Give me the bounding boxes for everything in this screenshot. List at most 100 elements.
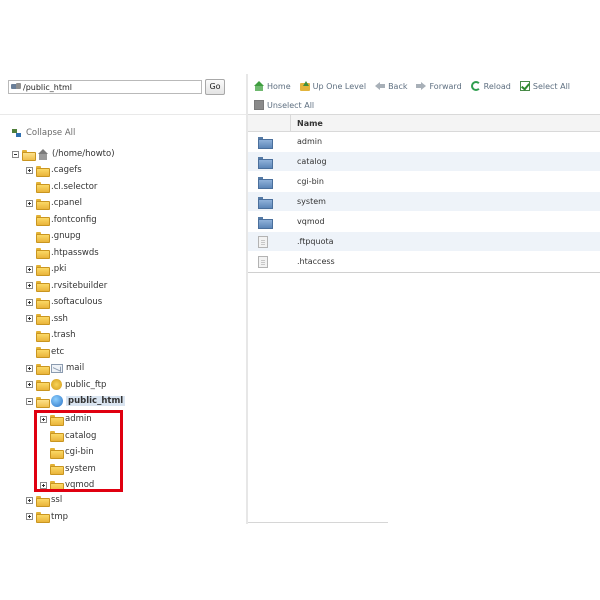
table-row[interactable]: .ftpquota xyxy=(248,232,600,252)
collapse-toggle-icon[interactable] xyxy=(26,397,33,405)
tree-item[interactable]: public_ftp xyxy=(26,377,106,393)
expand-toggle-icon[interactable] xyxy=(26,166,33,174)
directory-tree-panel: /public_html Go Collapse All (/home/howt… xyxy=(0,74,246,524)
up-one-level-label: Up One Level xyxy=(312,81,367,91)
up-one-level-button[interactable]: Up One Level xyxy=(299,81,367,91)
file-name: admin xyxy=(297,137,323,146)
status-divider xyxy=(248,522,388,523)
table-row[interactable]: .htaccess xyxy=(248,252,600,272)
path-value: /public_html xyxy=(23,82,72,92)
computer-icon xyxy=(11,83,21,91)
tree-item[interactable]: .trash xyxy=(26,327,76,343)
folder-icon xyxy=(258,137,273,149)
home-label: Home xyxy=(267,81,291,91)
tree-item-label: .fontconfig xyxy=(51,214,97,225)
table-header: Name xyxy=(248,114,600,132)
folder-icon xyxy=(258,197,273,209)
tree-item[interactable]: etc xyxy=(26,344,64,360)
tree-item-label: .pki xyxy=(51,264,67,274)
tree-item[interactable]: .softaculous xyxy=(26,294,102,310)
tree-item[interactable]: .pki xyxy=(26,261,66,277)
forward-button[interactable]: Forward xyxy=(416,81,462,91)
checkbox-checked-icon xyxy=(519,81,530,91)
go-button[interactable]: Go xyxy=(205,79,225,95)
expand-toggle-icon[interactable] xyxy=(26,298,33,306)
folder-icon xyxy=(36,347,50,358)
tree-item[interactable]: ssl xyxy=(26,492,62,508)
expand-toggle-icon[interactable] xyxy=(26,364,33,372)
path-input[interactable]: /public_html xyxy=(8,80,202,94)
back-label: Back xyxy=(388,81,408,91)
reload-button[interactable]: Reload xyxy=(470,81,511,91)
tree-item[interactable]: .cl.selector xyxy=(26,179,97,195)
folder-icon xyxy=(258,157,273,169)
expand-toggle-icon[interactable] xyxy=(26,315,33,322)
table-row[interactable]: system xyxy=(248,192,600,212)
tree-item[interactable]: .ssh xyxy=(26,311,68,327)
folder-icon xyxy=(258,177,273,189)
tree-item-label: .htpasswds xyxy=(51,247,99,258)
table-row[interactable]: vqmod xyxy=(248,212,600,232)
tree-item-label: .ssh xyxy=(51,313,68,324)
expand-toggle-icon[interactable] xyxy=(26,513,33,520)
toolbar: Home Up One Level Back Forward Reload Se… xyxy=(248,74,600,98)
divider xyxy=(0,114,246,115)
file-icon xyxy=(258,256,268,268)
tree-item[interactable]: .fontconfig xyxy=(26,212,97,228)
file-name: vqmod xyxy=(297,217,325,226)
file-name: catalog xyxy=(297,157,327,166)
unselect-all-button[interactable]: Unselect All xyxy=(254,100,314,110)
folder-icon xyxy=(36,198,50,210)
tree-root[interactable]: (/home/howto) xyxy=(12,146,115,162)
select-all-button[interactable]: Select All xyxy=(519,81,571,91)
file-name: .htaccess xyxy=(297,257,335,266)
back-button[interactable]: Back xyxy=(375,81,407,91)
collapse-all-button[interactable]: Collapse All xyxy=(12,128,75,138)
expand-toggle-icon[interactable] xyxy=(26,282,33,289)
unselect-all-label: Unselect All xyxy=(267,100,315,110)
folder-icon xyxy=(36,165,50,177)
home-button[interactable]: Home xyxy=(254,81,291,91)
tree-item-label: tmp xyxy=(51,511,69,522)
file-list-panel: Home Up One Level Back Forward Reload Se… xyxy=(248,74,600,524)
tree-item-label: ssl xyxy=(51,495,63,505)
tree-item[interactable]: .gnupg xyxy=(26,228,81,244)
collapse-tree-icon xyxy=(12,128,22,138)
tree-item[interactable]: mail xyxy=(26,360,84,376)
column-header-name[interactable]: Name xyxy=(297,119,323,128)
tree-item-label: public_html xyxy=(66,396,126,406)
expand-toggle-icon[interactable] xyxy=(26,199,33,207)
open-folder-icon xyxy=(22,149,36,161)
file-icon xyxy=(258,236,268,249)
table-row[interactable]: admin xyxy=(248,132,600,152)
tree-item[interactable]: tmp xyxy=(26,509,68,525)
folder-icon xyxy=(36,330,50,342)
expand-toggle-icon[interactable] xyxy=(26,381,33,388)
tree-item[interactable]: .htpasswds xyxy=(26,245,99,261)
folder-icon xyxy=(36,314,50,325)
table-row[interactable]: cgi-bin xyxy=(248,172,600,192)
tree-item[interactable]: public_html xyxy=(26,393,126,409)
file-icon xyxy=(258,236,268,248)
expand-toggle-icon[interactable] xyxy=(26,265,33,273)
folder-up-icon xyxy=(299,81,310,91)
folder-icon xyxy=(36,380,50,391)
reload-icon xyxy=(470,81,481,91)
table-row[interactable]: catalog xyxy=(248,152,600,172)
folder-icon xyxy=(36,215,50,226)
folder-icon xyxy=(36,231,50,243)
select-all-label: Select All xyxy=(532,81,571,91)
collapse-toggle-icon[interactable] xyxy=(12,150,19,158)
tree-item-label: .gnupg xyxy=(51,231,81,241)
tree-item-label: .softaculous xyxy=(51,297,103,307)
tree-item[interactable]: .rvsitebuilder xyxy=(26,278,107,294)
tree-item[interactable]: .cagefs xyxy=(26,162,82,178)
forward-label: Forward xyxy=(429,81,462,91)
file-name: .ftpquota xyxy=(297,237,334,246)
expand-toggle-icon[interactable] xyxy=(26,496,33,504)
forward-arrow-icon xyxy=(416,81,427,91)
tree-item[interactable]: .cpanel xyxy=(26,195,82,211)
tree-item-label: mail xyxy=(66,363,85,373)
table-bottom-border xyxy=(248,272,600,273)
folder-icon xyxy=(36,512,50,523)
